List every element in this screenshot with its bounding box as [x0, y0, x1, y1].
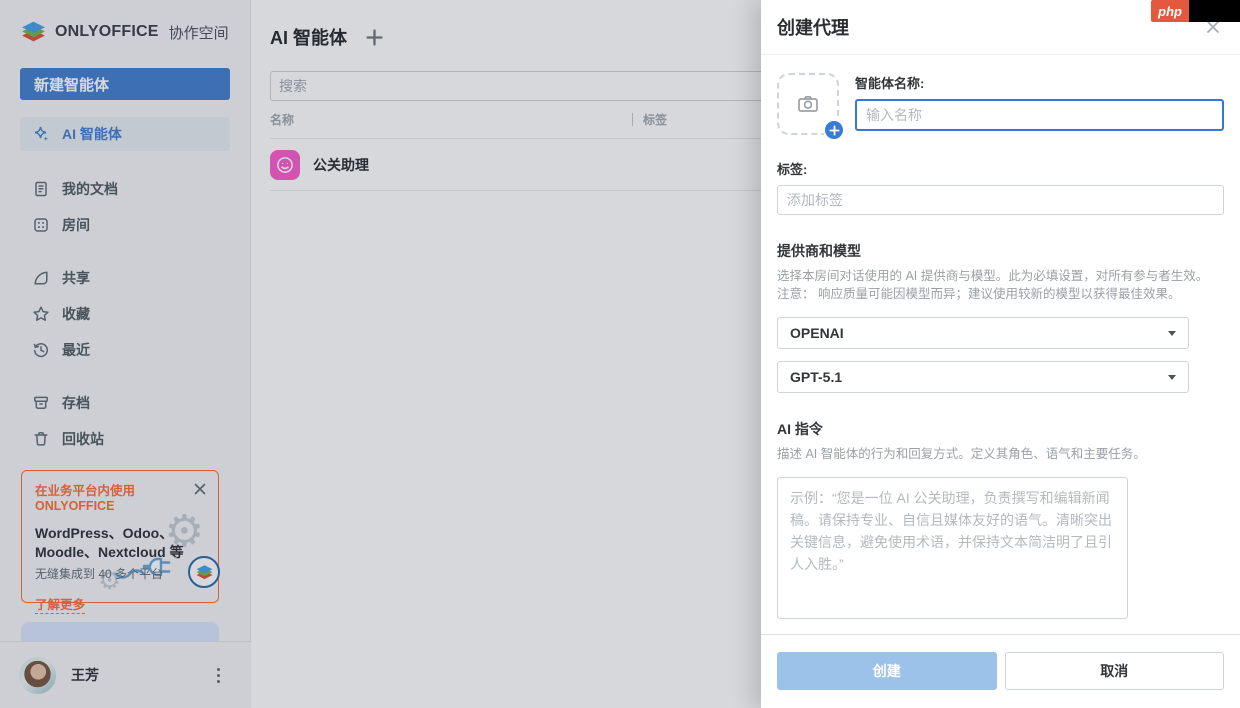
- tags-input[interactable]: [777, 185, 1224, 215]
- camera-icon: [796, 92, 820, 116]
- model-value: GPT-5.1: [790, 369, 842, 385]
- php-watermark: php: [1151, 0, 1240, 22]
- chevron-down-icon: [1168, 331, 1176, 336]
- provider-select[interactable]: OPENAI: [777, 317, 1189, 349]
- instructions-textarea[interactable]: [777, 477, 1128, 619]
- model-select[interactable]: GPT-5.1: [777, 361, 1189, 393]
- provider-section-desc: 选择本房间对话使用的 AI 提供商与模型。此为必填设置，对所有参与者生效。 注意…: [777, 267, 1224, 303]
- create-button[interactable]: 创建: [777, 652, 997, 690]
- php-watermark-label: php: [1151, 0, 1189, 22]
- agent-name-label: 智能体名称:: [855, 73, 1224, 92]
- modal-dim-overlay: [0, 0, 761, 708]
- app-screen: ONLYOFFICE 协作空间 新建智能体 AI 智能体: [0, 0, 1240, 708]
- tags-label: 标签:: [777, 159, 1224, 178]
- agent-name-input[interactable]: [855, 99, 1224, 131]
- provider-value: OPENAI: [790, 325, 844, 341]
- instructions-section-title: AI 指令: [777, 419, 1224, 439]
- php-watermark-block: [1189, 0, 1240, 22]
- cancel-button[interactable]: 取消: [1005, 652, 1225, 690]
- panel-title: 创建代理: [777, 14, 849, 40]
- chevron-down-icon: [1168, 375, 1176, 380]
- provider-section-title: 提供商和模型: [777, 241, 1224, 261]
- agent-avatar-upload[interactable]: [777, 73, 839, 135]
- instructions-section-desc: 描述 AI 智能体的行为和回复方式。定义其角色、语气和主要任务。: [777, 445, 1224, 463]
- add-avatar-plus-icon[interactable]: [823, 119, 845, 141]
- create-agent-panel: 创建代理: [761, 0, 1240, 708]
